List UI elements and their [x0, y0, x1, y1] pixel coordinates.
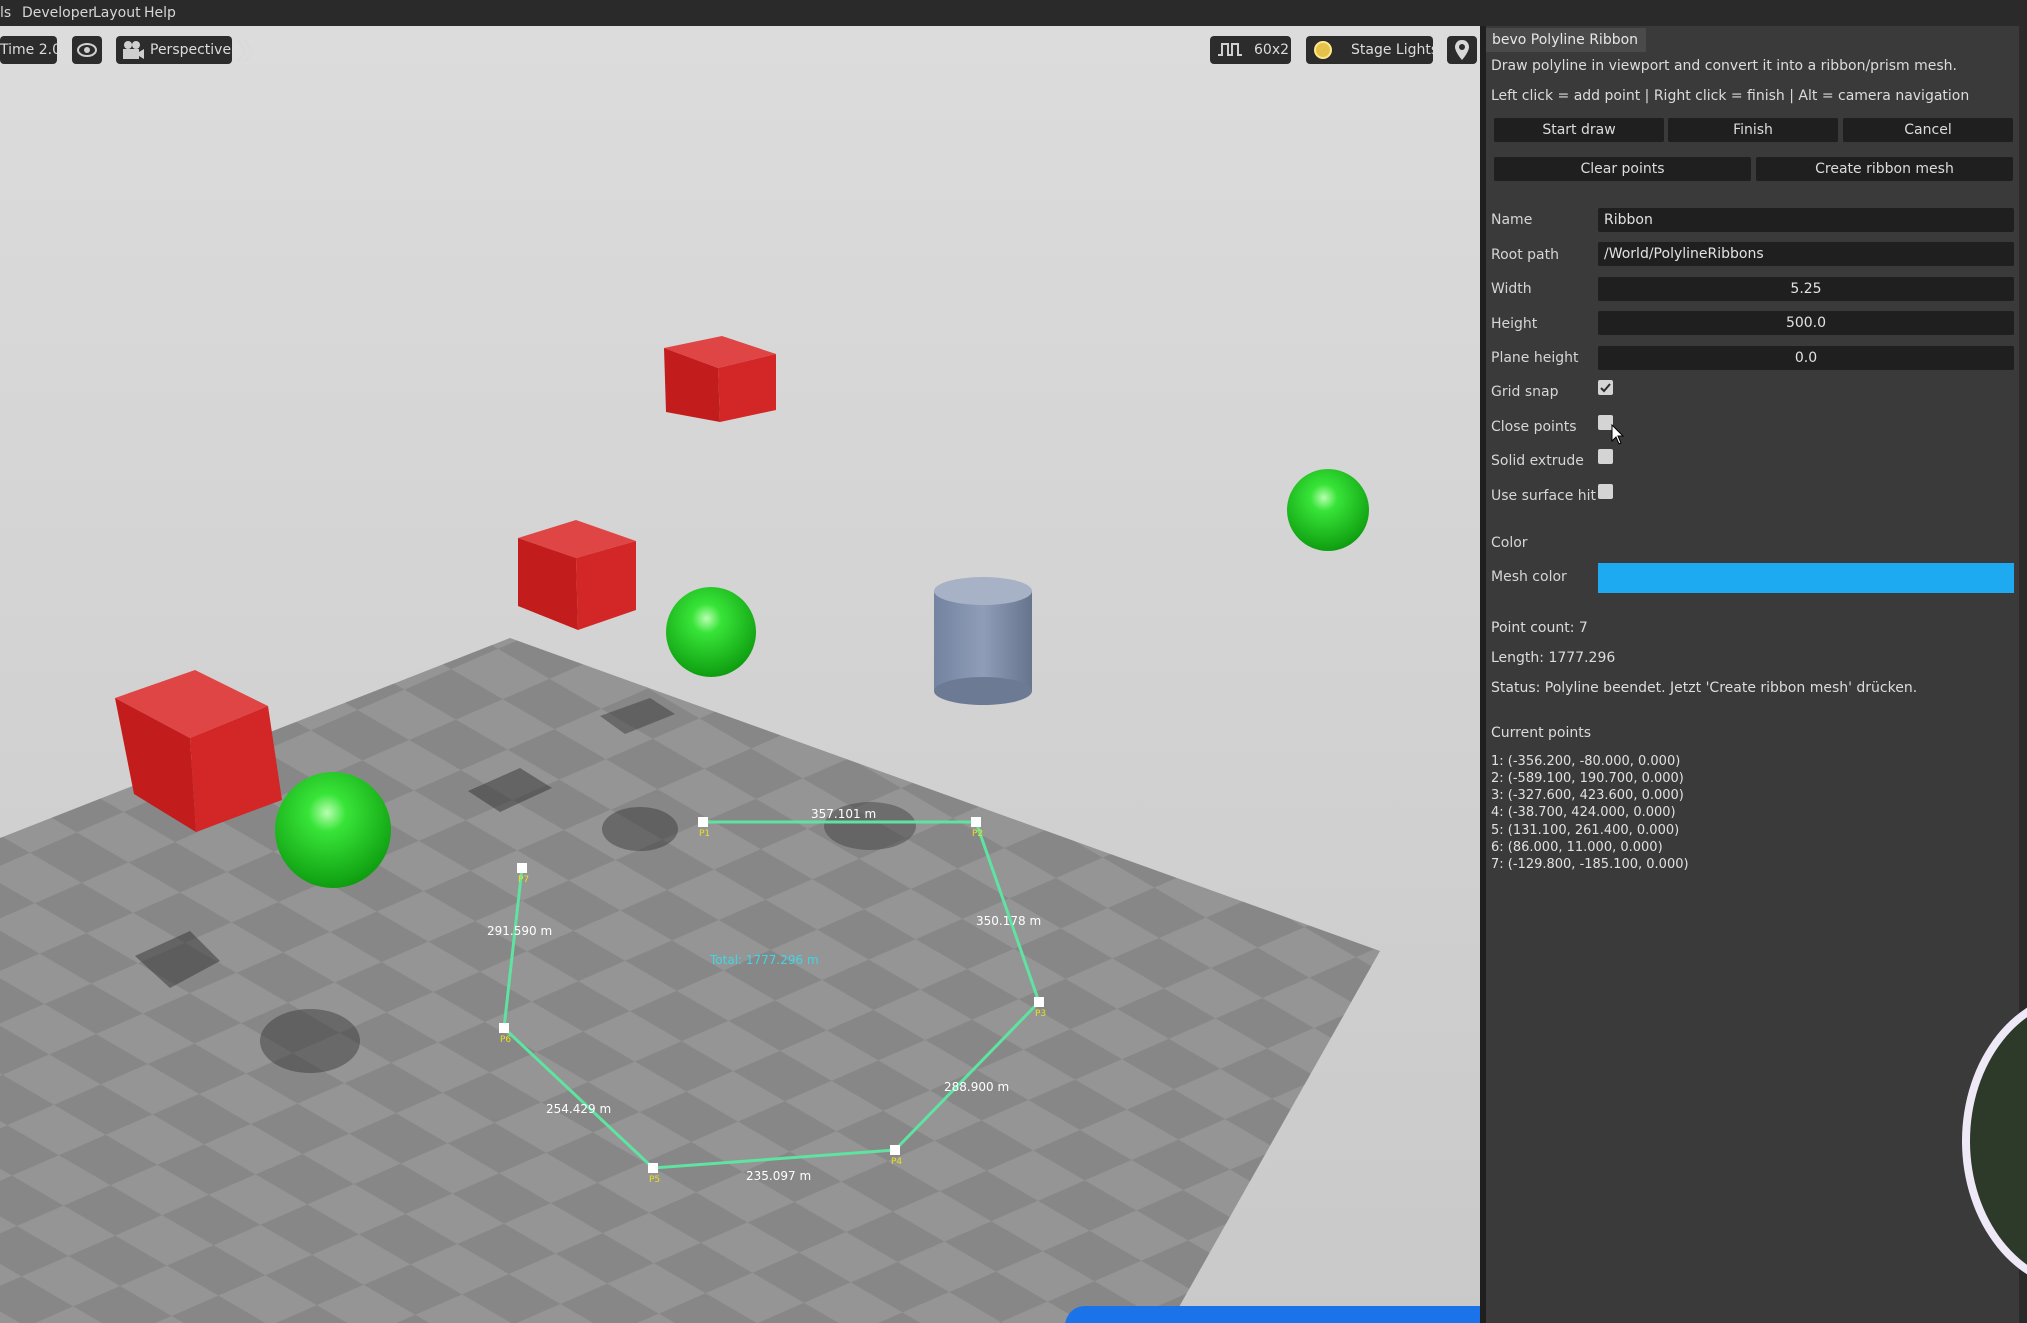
height-label: Height: [1491, 316, 1538, 332]
plane-height-label: Plane height: [1491, 350, 1579, 366]
use-surface-hit-label: Use surface hit: [1491, 488, 1597, 504]
status-text: Status: Polyline beendet. Jetzt 'Create …: [1491, 680, 1918, 696]
solid-extrude-checkbox[interactable]: [1598, 449, 1613, 464]
sun-icon: [1314, 41, 1332, 59]
vertex-marker: [971, 817, 981, 827]
root-path-label: Root path: [1491, 247, 1559, 263]
current-point-line: 7: (-129.800, -185.100, 0.000): [1491, 857, 1689, 872]
current-point-line: 2: (-589.100, 190.700, 0.000): [1491, 771, 1684, 786]
time-label: Time 2.0: [0, 42, 61, 58]
current-point-line: 3: (-327.600, 423.600, 0.000): [1491, 788, 1684, 803]
vertex-label: P7: [518, 875, 529, 885]
menu-item-layout[interactable]: Layout: [93, 5, 141, 21]
vertex-marker: [648, 1163, 658, 1173]
segment-length-label: 357.101 m: [811, 807, 876, 821]
current-points-header: Current points: [1491, 725, 1592, 741]
time-button[interactable]: Time 2.0: [0, 36, 61, 64]
visibility-button[interactable]: [72, 36, 102, 64]
double-chevron-right-icon: [236, 39, 254, 63]
finish-button[interactable]: Finish: [1668, 118, 1838, 142]
color-section-label: Color: [1491, 535, 1528, 551]
map-pin-icon: [1455, 40, 1469, 60]
cancel-button[interactable]: Cancel: [1843, 118, 2013, 142]
viewport-scene[interactable]: P7 P6 P5 P4 P3 P2 P1 357.101 m 350.178 m…: [0, 26, 1480, 1323]
viewport[interactable]: P7 P6 P5 P4 P3 P2 P1 357.101 m 350.178 m…: [0, 26, 1480, 1323]
vertex-marker: [499, 1023, 509, 1033]
menu-item-tools[interactable]: ls: [0, 5, 11, 21]
width-label: Width: [1491, 281, 1532, 297]
lighting-button[interactable]: Stage Lights: [1306, 36, 1438, 64]
segment-length-label: 350.178 m: [976, 914, 1041, 928]
panel-description: Draw polyline in viewport and convert it…: [1491, 58, 1957, 74]
root-path-field[interactable]: /World/PolylineRibbons: [1598, 242, 2014, 266]
render-resolution-button[interactable]: 60x2: [1210, 36, 1291, 64]
vertex-label: P3: [1035, 1009, 1046, 1019]
green-sphere-right: [1287, 469, 1369, 551]
grid-snap-label: Grid snap: [1491, 384, 1559, 400]
checkmark-icon: [1600, 383, 1611, 393]
mesh-color-label: Mesh color: [1491, 569, 1567, 585]
current-point-line: 1: (-356.200, -80.000, 0.000): [1491, 754, 1681, 769]
current-point-line: 6: (86.000, 11.000, 0.000): [1491, 840, 1663, 855]
length-text: Length: 1777.296: [1491, 650, 1616, 666]
segment-length-label: 254.429 m: [546, 1102, 611, 1116]
close-points-label: Close points: [1491, 419, 1577, 435]
use-surface-hit-checkbox[interactable]: [1598, 484, 1613, 499]
camera-button[interactable]: Perspective: [116, 36, 232, 64]
lighting-label: Stage Lights: [1351, 42, 1439, 58]
grid-snap-checkbox[interactable]: [1598, 380, 1613, 395]
green-sphere-left: [275, 772, 391, 888]
vertex-label: P6: [500, 1035, 511, 1045]
current-point-line: 4: (-38.700, 424.000, 0.000): [1491, 805, 1676, 820]
expand-toolbar-button[interactable]: [236, 38, 256, 64]
vertex-marker: [517, 863, 527, 873]
waveform-icon: [1218, 43, 1242, 56]
vertex-label: P2: [972, 829, 983, 839]
segment-length-label: 291.590 m: [487, 924, 552, 938]
segment-length-label: 288.900 m: [944, 1080, 1009, 1094]
red-cube-top: [664, 336, 776, 422]
current-point-line: 5: (131.100, 261.400, 0.000): [1491, 823, 1680, 838]
bottom-overlay-bar: [1065, 1306, 1480, 1323]
panel-hint: Left click = add point | Right click = f…: [1491, 88, 1970, 104]
vertex-marker: [698, 817, 708, 827]
start-draw-button[interactable]: Start draw: [1494, 118, 1664, 142]
vertex-marker: [890, 1145, 900, 1155]
camera-label: Perspective: [150, 42, 232, 58]
gray-cylinder: [934, 577, 1032, 705]
location-pin-button[interactable]: [1447, 36, 1477, 64]
panel-title-tab[interactable]: bevo Polyline Ribbon: [1486, 28, 1646, 52]
vertex-label: P5: [649, 1175, 660, 1185]
vertex-label: P1: [699, 829, 710, 839]
point-count-text: Point count: 7: [1491, 620, 1588, 636]
menu-item-developer[interactable]: Developer: [22, 5, 94, 21]
green-sphere-middle: [666, 587, 756, 677]
plane-height-field[interactable]: 0.0: [1598, 346, 2014, 370]
polyline-ribbon-panel: bevo Polyline Ribbon Draw polyline in vi…: [1486, 26, 2027, 1323]
clear-points-button[interactable]: Clear points: [1494, 157, 1751, 181]
menu-bar: ls Developer Layout Help: [0, 0, 2027, 26]
camera-icon: [123, 41, 144, 59]
name-label: Name: [1491, 212, 1533, 228]
menu-item-help[interactable]: Help: [144, 5, 176, 21]
segment-length-label: 235.097 m: [746, 1169, 811, 1183]
total-length-label: Total: 1777.296 m: [709, 953, 819, 967]
create-ribbon-mesh-button[interactable]: Create ribbon mesh: [1756, 157, 2013, 181]
vertex-label: P4: [891, 1157, 902, 1167]
resolution-label: 60x2: [1254, 42, 1290, 58]
eye-icon: [77, 43, 97, 57]
name-field[interactable]: Ribbon: [1598, 208, 2014, 232]
webcam-bubble: [1962, 991, 2027, 1291]
vertex-marker: [1034, 997, 1044, 1007]
height-field[interactable]: 500.0: [1598, 311, 2014, 335]
mouse-cursor-icon: [1611, 424, 1625, 445]
width-field[interactable]: 5.25: [1598, 277, 2014, 301]
mesh-color-swatch[interactable]: [1598, 563, 2014, 593]
solid-extrude-label: Solid extrude: [1491, 453, 1584, 469]
